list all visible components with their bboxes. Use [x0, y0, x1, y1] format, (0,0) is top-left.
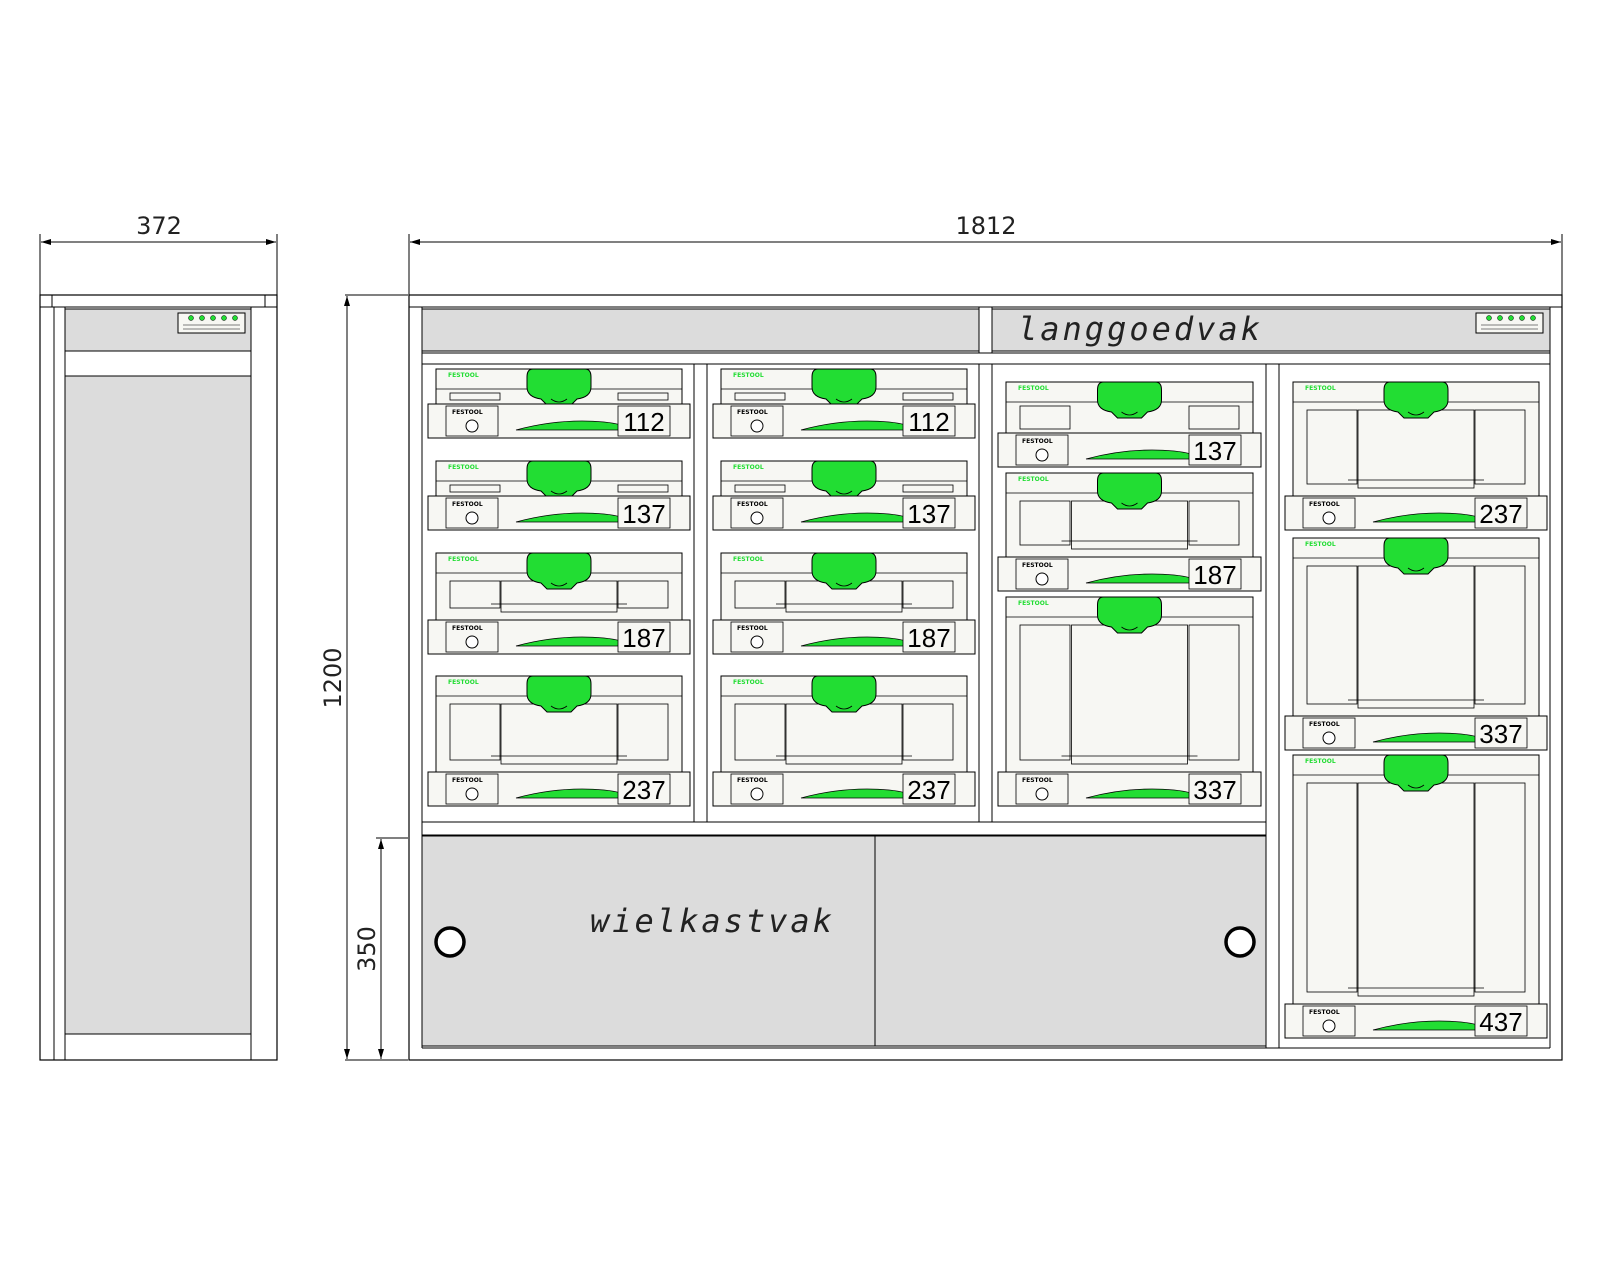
brand-label: FESTOOL	[1018, 385, 1049, 392]
brand-label: FESTOOL	[1309, 721, 1340, 728]
brand-label: FESTOOL	[733, 556, 764, 563]
brand-label: FESTOOL	[448, 372, 479, 379]
systainer-size-label: 187	[907, 623, 950, 653]
latch-icon	[1035, 448, 1049, 462]
systainer-size-label: 337	[1193, 775, 1236, 805]
brand-label: FESTOOL	[448, 556, 479, 563]
brand-label: FESTOOL	[733, 372, 764, 379]
systainer-unit: FESTOOL FESTOOL 187	[712, 552, 976, 655]
latch-icon	[1035, 572, 1049, 586]
brand-label: FESTOOL	[452, 409, 483, 416]
brand-label: FESTOOL	[1018, 476, 1049, 483]
brand-label: FESTOOL	[737, 625, 768, 632]
brand-label: FESTOOL	[1022, 562, 1053, 569]
systainer-unit: FESTOOL FESTOOL 187	[427, 552, 691, 655]
wheel-height-dimension: 350	[353, 926, 381, 972]
systainer-unit: FESTOOL FESTOOL 237	[712, 675, 976, 807]
long-compartment-label: langgoedvak	[1018, 310, 1263, 348]
latch-icon	[750, 419, 764, 433]
systainer-size-label: 187	[622, 623, 665, 653]
systainer-unit: FESTOOL FESTOOL 112	[427, 368, 691, 439]
nameplate-icon	[1475, 312, 1544, 334]
systainer-size-label: 137	[1193, 436, 1236, 466]
systainer-size-label: 237	[907, 775, 950, 805]
brand-label: FESTOOL	[1018, 600, 1049, 607]
systainer-unit: FESTOOL FESTOOL 187	[997, 472, 1262, 592]
latch-icon	[1035, 787, 1049, 801]
latch-icon	[465, 635, 479, 649]
brand-label: FESTOOL	[448, 464, 479, 471]
brand-label: FESTOOL	[452, 501, 483, 508]
front-width-dimension: 1812	[955, 212, 1016, 240]
systainer-size-label: 237	[1479, 499, 1522, 529]
latch-icon	[1322, 511, 1336, 525]
height-dimension: 1200	[319, 647, 347, 708]
side-width-dimension: 372	[136, 212, 182, 240]
brand-label: FESTOOL	[452, 625, 483, 632]
brand-label: FESTOOL	[737, 409, 768, 416]
latch-icon	[465, 419, 479, 433]
systainer-size-label: 137	[907, 499, 950, 529]
brand-label: FESTOOL	[733, 679, 764, 686]
wheel-right-icon	[1224, 926, 1256, 958]
systainer-size-label: 437	[1479, 1007, 1522, 1037]
latch-icon	[465, 787, 479, 801]
systainer-size-label: 112	[623, 407, 664, 437]
systainer-unit: FESTOOL FESTOOL 437	[1284, 754, 1548, 1039]
brand-label: FESTOOL	[737, 501, 768, 508]
systainer-size-label: 337	[1479, 719, 1522, 749]
brand-label: FESTOOL	[1309, 501, 1340, 508]
cabinet-drawing: 372 1812 1200 350 langgoedvak wielkastva…	[39, 212, 1563, 1061]
systainer-size-label: 237	[622, 775, 665, 805]
brand-label: FESTOOL	[733, 464, 764, 471]
brand-label: FESTOOL	[1022, 438, 1053, 445]
latch-icon	[750, 787, 764, 801]
brand-label: FESTOOL	[1305, 385, 1336, 392]
systainer-size-label: 187	[1193, 560, 1236, 590]
systainer-unit: FESTOOL FESTOOL 137	[427, 460, 691, 531]
brand-label: FESTOOL	[1022, 777, 1053, 784]
systainer-unit: FESTOOL FESTOOL 237	[427, 675, 691, 807]
systainer-unit: FESTOOL FESTOOL 137	[997, 381, 1262, 468]
systainer-unit: FESTOOL FESTOOL 137	[712, 460, 976, 531]
brand-label: FESTOOL	[1305, 758, 1336, 765]
brand-label: FESTOOL	[448, 679, 479, 686]
latch-icon	[465, 511, 479, 525]
wheel-compartment-label: wielkastvak	[590, 902, 835, 940]
brand-label: FESTOOL	[452, 777, 483, 784]
systainer-unit: FESTOOL FESTOOL 112	[712, 368, 976, 439]
systainer-size-label: 112	[908, 407, 949, 437]
brand-label: FESTOOL	[1309, 1009, 1340, 1016]
latch-icon	[1322, 731, 1336, 745]
brand-label: FESTOOL	[737, 777, 768, 784]
latch-icon	[1322, 1019, 1336, 1033]
systainer-size-label: 137	[622, 499, 665, 529]
latch-icon	[750, 511, 764, 525]
systainer-unit: FESTOOL FESTOOL 337	[1284, 537, 1548, 751]
brand-label: FESTOOL	[1305, 541, 1336, 548]
systainer-unit: FESTOOL FESTOOL 337	[997, 596, 1262, 807]
side-view: 372	[39, 212, 278, 1061]
systainer-unit: FESTOOL FESTOOL 237	[1284, 381, 1548, 531]
wheel-left-icon	[434, 926, 466, 958]
nameplate-icon	[177, 312, 246, 334]
latch-icon	[750, 635, 764, 649]
